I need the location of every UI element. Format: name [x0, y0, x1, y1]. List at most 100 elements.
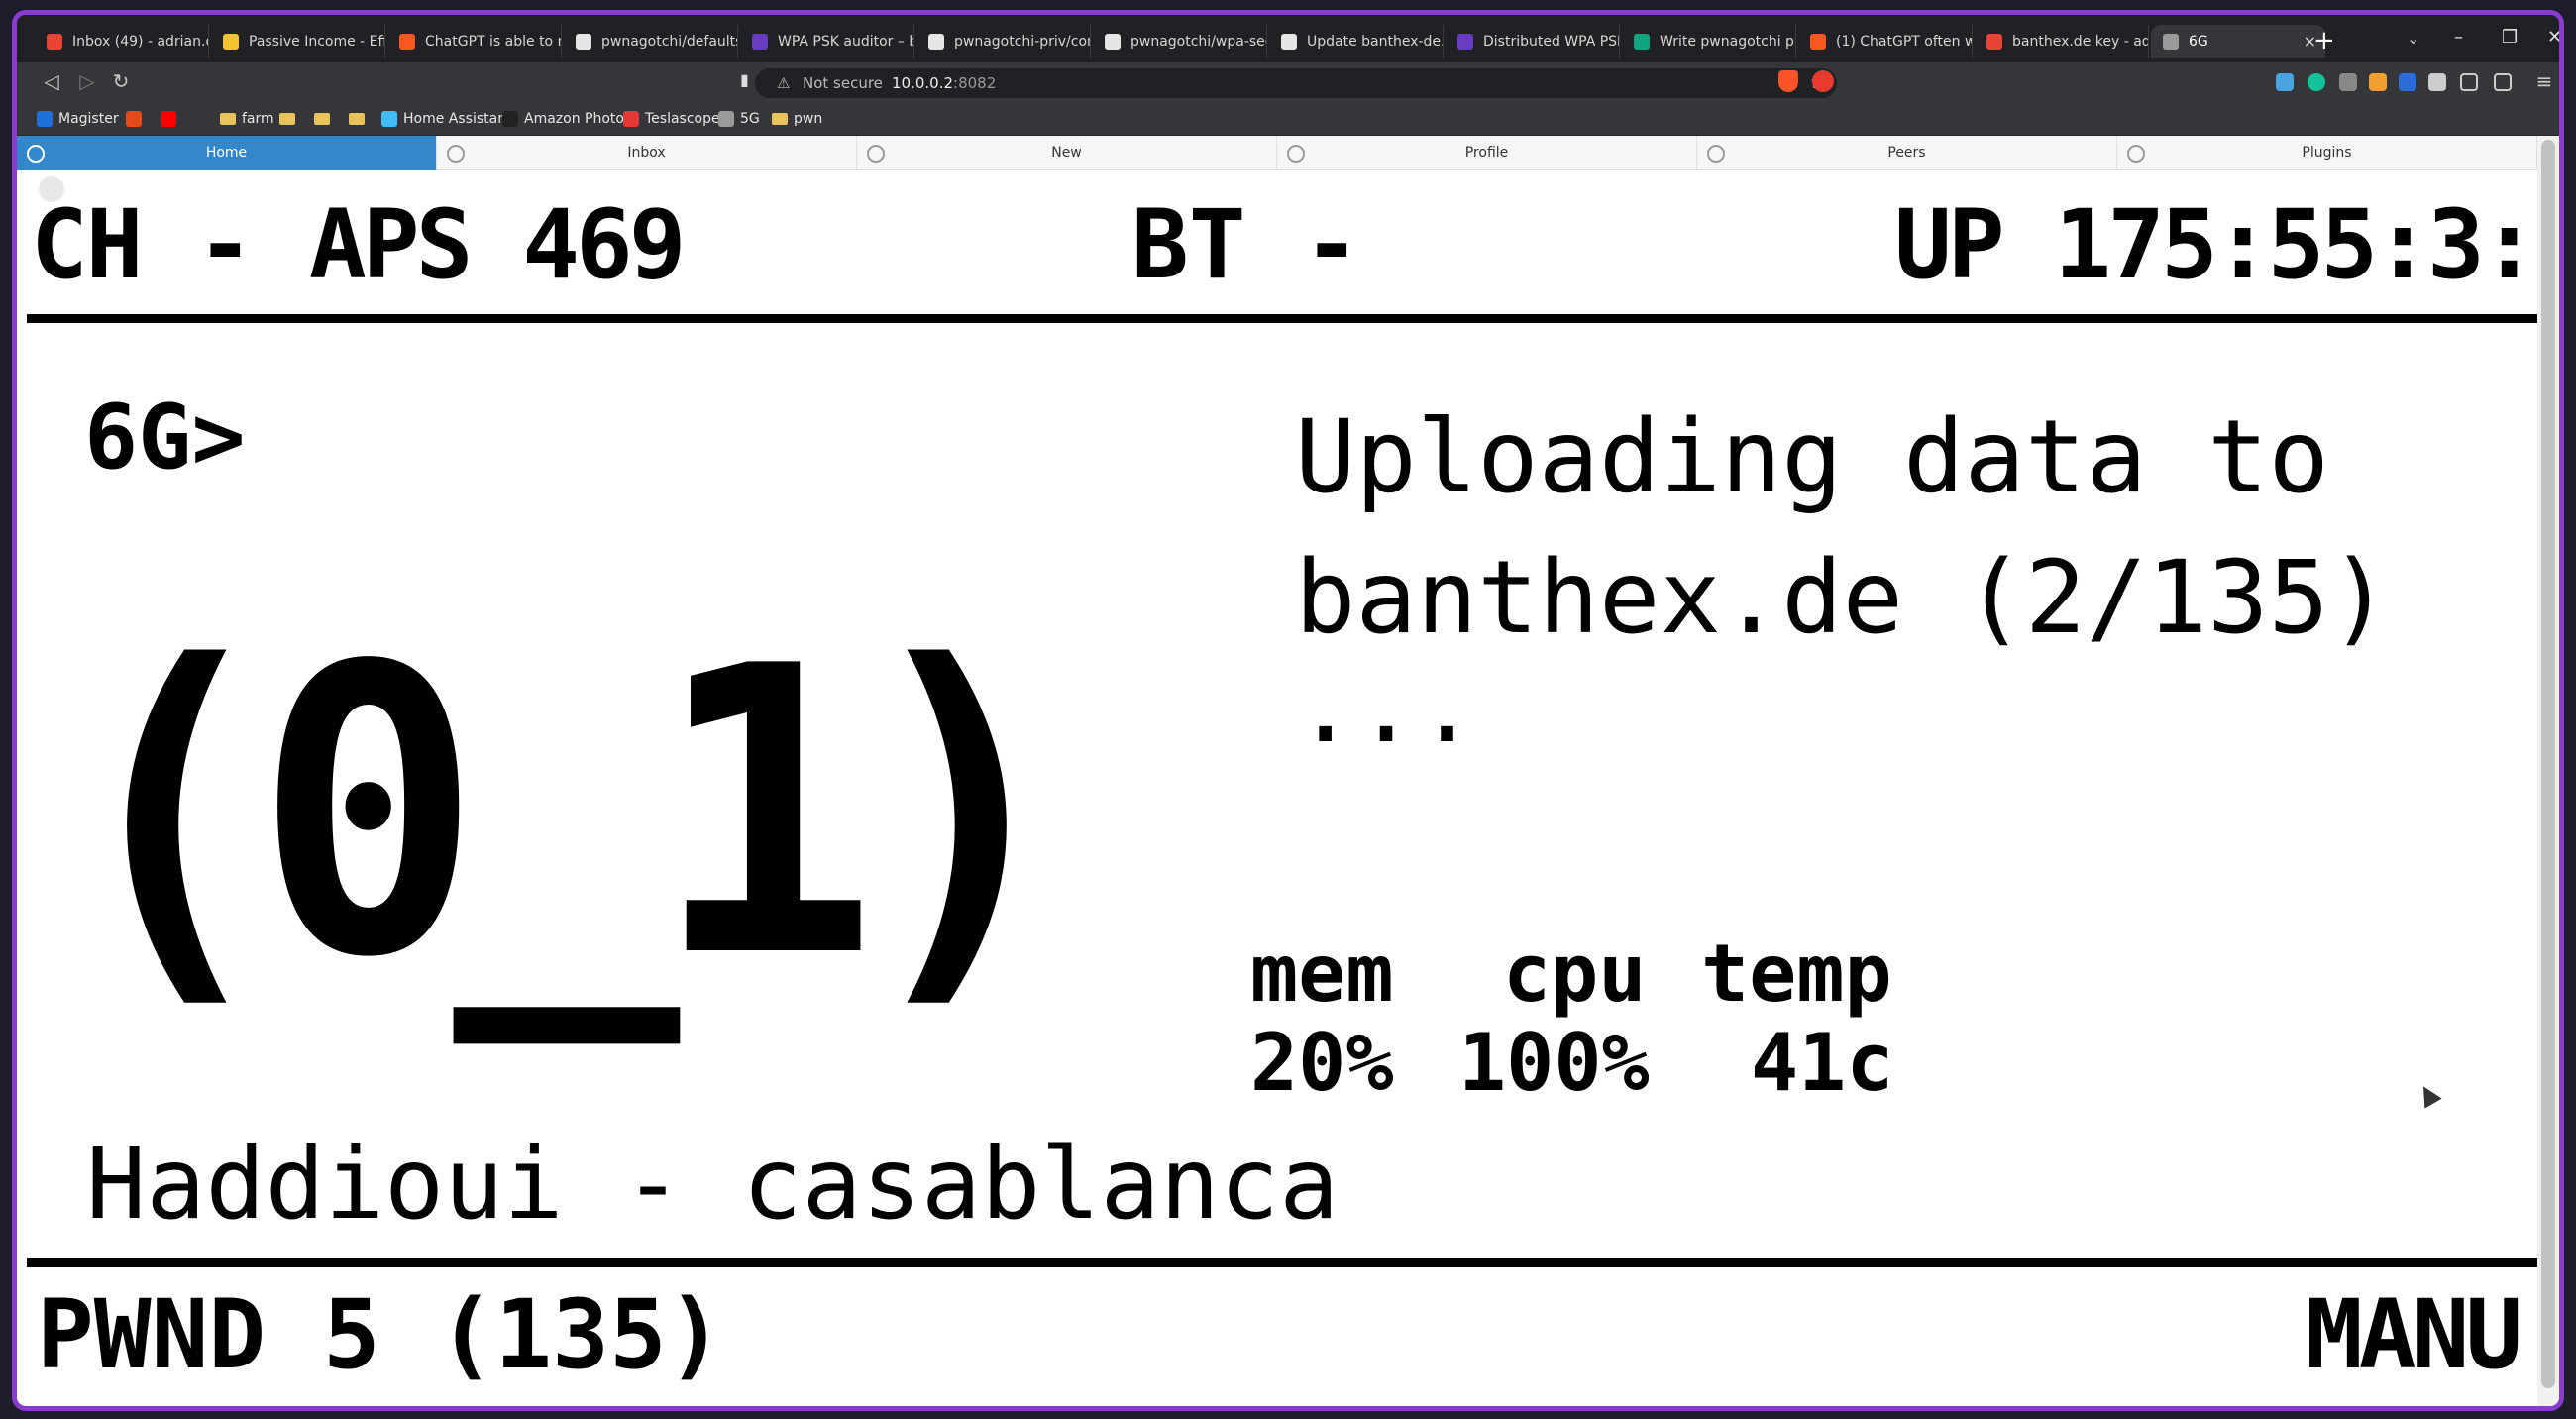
browser-toolbar: ◁ ▷ ↻ ▮ ⚠ Not secure 10.0.0.2:8082 ⇪ ≡ — [17, 62, 2559, 102]
favicon-icon — [2163, 34, 2179, 50]
nav-tab-label: New — [1051, 145, 1082, 161]
reload-button[interactable]: ↻ — [108, 69, 134, 93]
unit-name: 6G> — [84, 385, 246, 490]
security-label[interactable]: Not secure — [803, 68, 883, 98]
minimize-button[interactable]: – — [2454, 27, 2463, 48]
temp-label: temp — [1701, 928, 1892, 1020]
nav-tab-label: Home — [205, 145, 248, 161]
bookmark-folder[interactable]: pwn — [772, 108, 822, 130]
maximize-button[interactable]: ❐ — [2502, 27, 2518, 48]
nav-tab-label: Peers — [1887, 145, 1926, 161]
grammarly-icon[interactable] — [2308, 73, 2325, 91]
tab-strip: Inbox (49) - adrian.ostrow Passive Income… — [17, 15, 2559, 62]
warning-icon: ⚠ — [777, 74, 791, 92]
address-bar[interactable]: ⚠ Not secure 10.0.0.2:8082 ⇪ — [755, 68, 1837, 98]
tab-title: Inbox (49) - adrian.ostrow — [72, 34, 208, 50]
face: (0_1) — [56, 584, 1077, 1044]
bookmark-icon[interactable]: ▮ — [740, 70, 749, 89]
bookmark-label: farm — [242, 111, 274, 127]
extension-icon[interactable] — [2339, 73, 2357, 91]
browser-tab[interactable]: ChatGPT is able to make p — [387, 25, 562, 58]
browser-tab[interactable]: Passive Income - Effortles — [211, 25, 385, 58]
bookmark-label: 5G — [740, 111, 760, 127]
mail-icon — [867, 145, 885, 163]
favicon-icon — [1986, 34, 2002, 50]
tab-home[interactable]: Home — [17, 136, 437, 170]
favicon-icon — [223, 34, 239, 50]
new-tab-button[interactable]: + — [2313, 27, 2335, 55]
brave-shield-icon[interactable] — [1778, 70, 1798, 92]
tab-peers[interactable]: Peers — [1697, 136, 2117, 170]
url-text[interactable]: 10.0.0.2:8082 — [892, 68, 996, 98]
favicon-icon — [1457, 34, 1473, 50]
folder-icon — [279, 113, 295, 125]
tab-title: 6G — [2189, 34, 2208, 50]
favicon-icon — [1810, 34, 1826, 50]
grid-icon — [2127, 145, 2145, 163]
network-name: Haddioui - casablanca — [86, 1126, 1340, 1242]
favicon-icon — [1105, 34, 1121, 50]
scrollbar-thumb[interactable] — [2541, 140, 2555, 1388]
wallet-icon[interactable] — [2494, 73, 2512, 91]
favicon-icon — [381, 111, 397, 127]
folder-icon — [772, 113, 788, 125]
tab-title: Update banthex-de.py - ad — [1307, 34, 1443, 50]
chevron-down-icon[interactable]: ⌄ — [2407, 29, 2419, 48]
tab-title: banthex.de key - adrian.o — [2012, 34, 2149, 50]
bookmark-folder[interactable]: farm — [220, 108, 274, 130]
url-host: 10.0.0.2 — [892, 74, 954, 92]
favicon-icon — [126, 111, 142, 127]
tab-title: Passive Income - Effortles — [249, 34, 384, 50]
bookmark-folder[interactable] — [314, 108, 336, 130]
favicon-icon — [1634, 34, 1650, 50]
tab-profile[interactable]: Profile — [1277, 136, 1697, 170]
tab-new[interactable]: New — [857, 136, 1277, 170]
extension-icon[interactable] — [2276, 73, 2294, 91]
bookmark-item[interactable] — [161, 108, 182, 130]
bookmark-item[interactable]: Amazon Photos — [502, 108, 631, 130]
extension-icon[interactable] — [2369, 73, 2387, 91]
browser-tab[interactable]: pwnagotchi-priv/config.to — [916, 25, 1091, 58]
status-line-2: banthex.de (2/135) — [1295, 539, 2391, 657]
browser-tab[interactable]: pwnagotchi/defaults.toml — [564, 25, 738, 58]
tab-title: pwnagotchi/wpa-sec.py at — [1130, 34, 1266, 50]
browser-tab[interactable]: Write pwnagotchi plugin — [1622, 25, 1796, 58]
browser-tab[interactable]: Inbox (49) - adrian.ostrow — [35, 25, 209, 58]
inbox-icon — [447, 145, 465, 163]
bookmark-item[interactable]: Home Assistant — [381, 108, 512, 130]
scrollbar[interactable] — [2537, 136, 2559, 1406]
favicon-icon — [623, 111, 639, 127]
bottom-divider — [27, 1258, 2537, 1267]
bookmark-item[interactable]: 5G — [718, 108, 760, 130]
tab-plugins[interactable]: Plugins — [2117, 136, 2537, 170]
close-window-button[interactable]: ✕ — [2547, 27, 2559, 48]
bookmark-item[interactable]: Magister — [37, 108, 119, 130]
bookmark-item[interactable]: Teslascope — [623, 108, 720, 130]
nav-tab-label: Plugins — [2302, 145, 2352, 161]
browser-tab[interactable]: 6G × — [2151, 25, 2325, 58]
puzzle-icon[interactable] — [2428, 73, 2446, 91]
bookmark-folder[interactable] — [349, 108, 371, 130]
sidebar-icon[interactable] — [2460, 73, 2478, 91]
browser-tab[interactable]: Distributed WPA PSK stren — [1446, 25, 1620, 58]
nav-tab-label: Inbox — [627, 145, 666, 161]
folder-icon — [349, 113, 365, 125]
extension-icon[interactable] — [2399, 73, 2416, 91]
favicon-icon — [399, 34, 415, 50]
menu-icon[interactable]: ≡ — [2531, 69, 2557, 93]
brave-rewards-icon[interactable] — [1812, 70, 1834, 92]
browser-tab[interactable]: banthex.de key - adrian.o — [1975, 25, 2149, 58]
bookmark-item[interactable] — [126, 108, 148, 130]
browser-tab[interactable]: pwnagotchi/wpa-sec.py at — [1093, 25, 1267, 58]
tab-title: (1) ChatGPT often will not — [1836, 34, 1972, 50]
bookmark-folder[interactable] — [279, 108, 301, 130]
bookmark-label: Home Assistant — [403, 111, 512, 127]
pwnagotchi-display: CH - APS 469 BT - UP 175:55:3: 6G> (0_1)… — [17, 170, 2538, 1406]
back-button[interactable]: ◁ — [39, 69, 64, 93]
browser-tab[interactable]: (1) ChatGPT often will not — [1798, 25, 1973, 58]
browser-tab[interactable]: Update banthex-de.py - ad — [1269, 25, 1444, 58]
tab-inbox[interactable]: Inbox — [437, 136, 857, 170]
forward-button[interactable]: ▷ — [74, 69, 100, 93]
browser-tab[interactable]: WPA PSK auditor – banthe — [740, 25, 914, 58]
channel-status: CH - — [31, 189, 254, 300]
